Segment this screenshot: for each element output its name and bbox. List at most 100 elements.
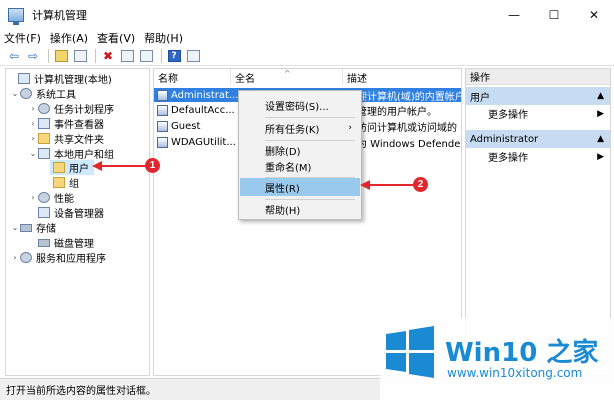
- menu-help[interactable]: 帮助(H): [144, 30, 183, 46]
- collapse-arrow-icon[interactable]: ›: [28, 134, 38, 143]
- window-controls: — ☐ ✕: [494, 0, 614, 30]
- help-icon[interactable]: ?: [166, 48, 182, 64]
- collapse-arrow-icon[interactable]: ›: [28, 104, 38, 113]
- action-label: 更多操作: [488, 153, 528, 164]
- chevron-right-icon: ▶: [597, 108, 604, 119]
- tree-item-label: 用户: [69, 164, 89, 175]
- services-icon: [20, 252, 32, 263]
- collapse-arrow-icon[interactable]: ›: [10, 253, 20, 262]
- more-actions-item[interactable]: 更多操作 ▶: [466, 148, 610, 165]
- tree-item-label: 事件查看器: [54, 120, 104, 131]
- tree-item-label: 计算机管理(本地): [34, 75, 112, 86]
- navigation-tree: 计算机管理(本地) ⌄ 系统工具 › 任务计划程序 › 事件查看器 › 共享文件…: [5, 68, 150, 376]
- folder-icon: [53, 162, 65, 173]
- device-manager-icon: [38, 207, 50, 218]
- user-icon: [157, 104, 168, 116]
- properties-icon[interactable]: [119, 48, 135, 64]
- tree-item-storage[interactable]: ⌄ 存储: [10, 220, 56, 235]
- expand-arrow-icon[interactable]: ⌄: [10, 223, 20, 232]
- event-viewer-icon: [38, 118, 50, 129]
- column-header-description[interactable]: 描述: [343, 69, 461, 85]
- tree-item-label: 系统工具: [36, 90, 76, 101]
- menu-action[interactable]: 操作(A): [50, 30, 88, 46]
- tree-item-label: 服务和应用程序: [36, 254, 106, 265]
- collapse-arrow-icon[interactable]: ›: [28, 119, 38, 128]
- show-action-pane-icon[interactable]: [185, 48, 201, 64]
- forward-arrow-icon[interactable]: ⇨: [25, 48, 41, 64]
- close-button[interactable]: ✕: [574, 0, 614, 30]
- disk-icon: [38, 238, 50, 247]
- window-title: 计算机管理: [32, 9, 87, 22]
- expand-arrow-icon[interactable]: ⌄: [10, 89, 20, 98]
- menu-view[interactable]: 查看(V): [97, 30, 135, 46]
- performance-icon: [38, 192, 50, 203]
- submenu-arrow-icon: ›: [348, 123, 352, 133]
- toolbar: ⇦ ⇨ ✖ ?: [0, 46, 614, 66]
- menu-item-label: 所有任务(K): [265, 124, 320, 136]
- tree-item-local-users-groups[interactable]: ⌄ 本地用户和组: [28, 146, 114, 161]
- menu-item-help[interactable]: 帮助(H): [240, 200, 360, 218]
- tree-item-label: 存储: [36, 224, 56, 235]
- tree-item-users[interactable]: 用户: [50, 160, 94, 175]
- actions-title: 操作: [466, 69, 610, 85]
- user-name: DefaultAcc...: [171, 104, 235, 116]
- actions-section-users[interactable]: 用户 ▲: [466, 87, 610, 105]
- minimize-button[interactable]: —: [494, 0, 534, 30]
- delete-icon[interactable]: ✖: [100, 48, 116, 64]
- user-description: 统为 Windows Defender: [347, 138, 462, 150]
- actions-section-administrator[interactable]: Administrator ▲: [466, 130, 610, 148]
- context-menu: 设置密码(S)... 所有任务(K) › 删除(D) 重命名(M) 属性(R) …: [238, 90, 362, 220]
- watermark-brand: Win10 之家: [445, 338, 599, 368]
- sort-arrow-icon: ^: [284, 69, 291, 78]
- tree-item-label: 磁盘管理: [54, 239, 94, 250]
- toolbar-separator: [48, 48, 49, 63]
- chevron-right-icon: ▶: [597, 151, 604, 162]
- menu-file[interactable]: 文件(F): [4, 30, 41, 46]
- toolbar-separator: [95, 48, 96, 63]
- menu-item-all-tasks[interactable]: 所有任务(K) ›: [240, 119, 360, 137]
- annotation-line-2: [369, 184, 413, 186]
- user-icon: [157, 89, 168, 101]
- export-icon[interactable]: [138, 48, 154, 64]
- menu-item-set-password[interactable]: 设置密码(S)...: [240, 96, 360, 114]
- tree-item-device-manager[interactable]: 设备管理器: [28, 205, 104, 220]
- tree-item-label: 组: [69, 179, 79, 190]
- users-icon: [38, 148, 50, 159]
- tree-item-performance[interactable]: › 性能: [28, 190, 74, 205]
- tree-item-task-scheduler[interactable]: › 任务计划程序: [28, 101, 114, 116]
- action-label: 更多操作: [488, 110, 528, 121]
- toolbar-separator: [161, 48, 162, 63]
- user-description: 宾访问计算机或访问域的: [347, 122, 457, 134]
- computer-management-icon: [18, 73, 30, 84]
- storage-icon: [20, 223, 32, 232]
- tree-item-event-viewer[interactable]: › 事件查看器: [28, 116, 104, 131]
- collapse-arrow-icon[interactable]: ›: [28, 193, 38, 202]
- menu-separator: [265, 117, 355, 118]
- tree-item-disk-management[interactable]: 磁盘管理: [28, 235, 94, 250]
- annotation-badge-2: 2: [413, 177, 428, 192]
- tree-item-computer-management[interactable]: 计算机管理(本地): [8, 71, 112, 86]
- user-name: Administrat...: [171, 89, 239, 101]
- tree-item-label: 任务计划程序: [54, 105, 114, 116]
- back-arrow-icon[interactable]: ⇦: [6, 48, 22, 64]
- tree-item-shared-folders[interactable]: › 共享文件夹: [28, 131, 104, 146]
- maximize-button[interactable]: ☐: [534, 0, 574, 30]
- expand-arrow-icon[interactable]: ⌄: [28, 149, 38, 158]
- show-tree-icon[interactable]: [72, 48, 88, 64]
- tree-item-services-apps[interactable]: › 服务和应用程序: [10, 250, 106, 265]
- chevron-up-icon[interactable]: ▲: [597, 91, 604, 101]
- tree-item-groups[interactable]: 组: [50, 175, 79, 190]
- menu-item-rename[interactable]: 重命名(M): [240, 157, 360, 175]
- user-name: WDAGUtilit...: [171, 136, 236, 148]
- user-icon: [157, 120, 168, 132]
- up-folder-icon[interactable]: [53, 48, 69, 64]
- computer-management-icon: [8, 8, 24, 25]
- tree-item-system-tools[interactable]: ⌄ 系统工具: [10, 86, 76, 101]
- windows-logo-icon: [386, 326, 434, 378]
- tree-item-label: 性能: [54, 194, 74, 205]
- more-actions-item[interactable]: 更多操作 ▶: [466, 105, 610, 122]
- section-label: Administrator: [470, 133, 539, 145]
- chevron-up-icon[interactable]: ▲: [597, 134, 604, 144]
- menu-item-properties[interactable]: 属性(R): [240, 178, 360, 196]
- column-header-name[interactable]: 名称: [154, 69, 231, 85]
